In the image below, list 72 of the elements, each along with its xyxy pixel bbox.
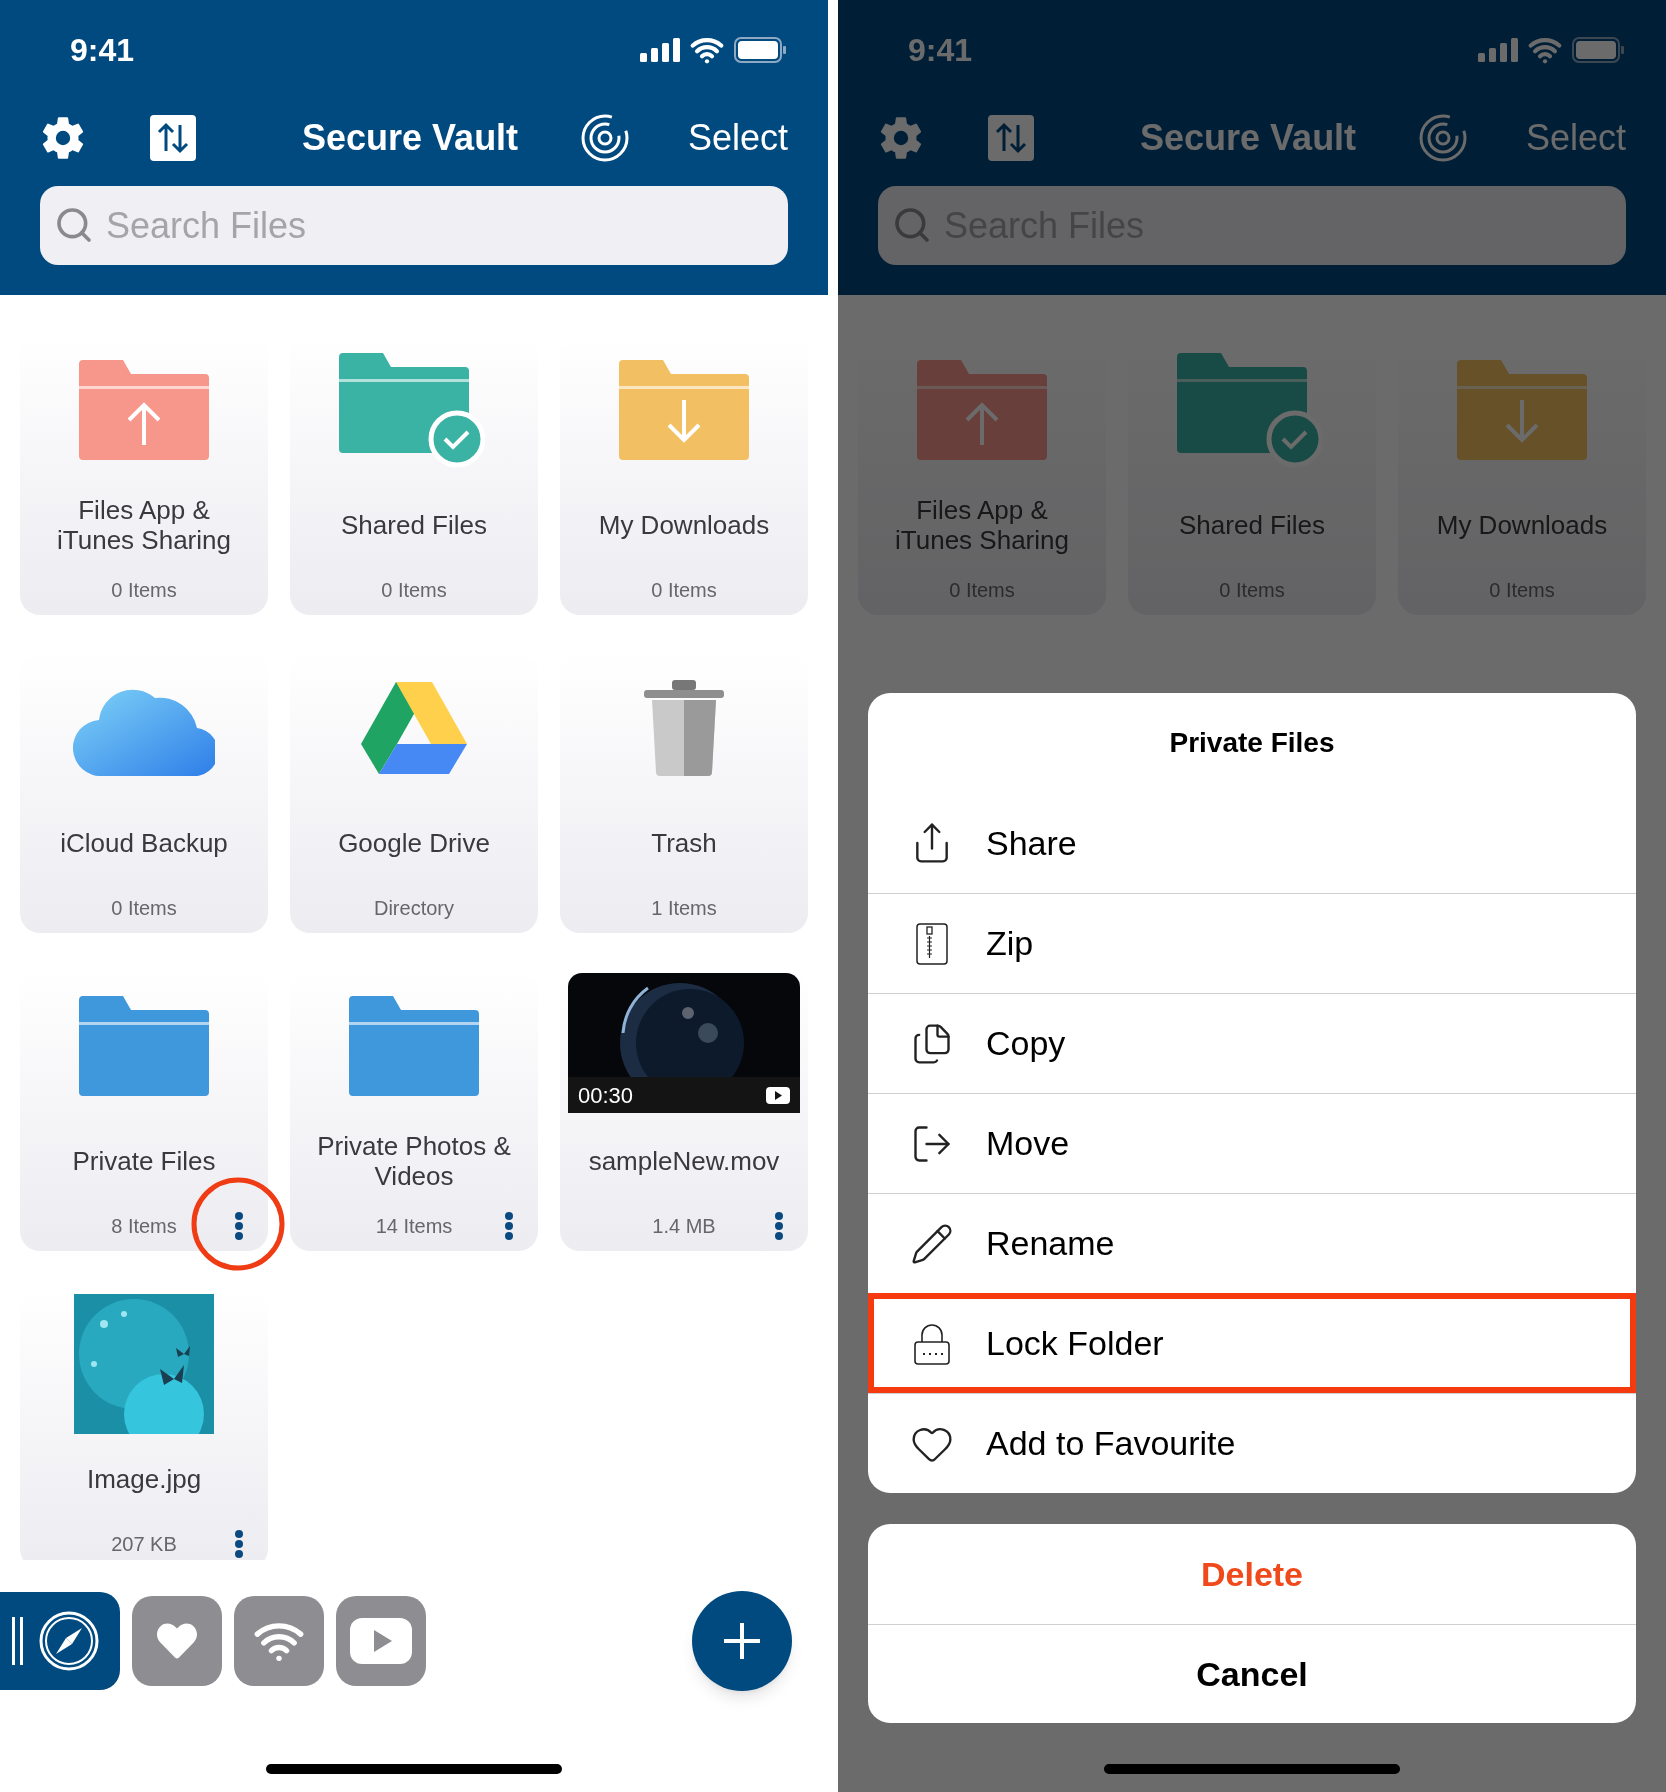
sheet-title: Private Files: [1169, 726, 1335, 760]
action-item[interactable]: Lock Folder: [868, 1293, 1636, 1393]
tile-meta: 0 Items: [111, 896, 177, 921]
file-tile[interactable]: 00:30 sampleNew.mov 1.4 MB: [560, 971, 808, 1251]
tile-name: Private Files: [72, 1146, 216, 1176]
upload-folder-icon: [79, 360, 209, 460]
tile-name: Image.jpg: [86, 1464, 202, 1494]
tile-meta: 0 Items: [1489, 578, 1555, 603]
signal-icon: [1478, 38, 1518, 62]
search-icon: [54, 205, 94, 245]
play-badge-icon: [766, 1086, 790, 1104]
video-duration: 00:30: [578, 1081, 634, 1110]
tile-name: Trash: [651, 828, 717, 858]
settings-icon[interactable]: [40, 115, 86, 161]
tile-name: Files App & iTunes Sharing: [894, 495, 1070, 555]
tile-meta: 0 Items: [111, 578, 177, 603]
battery-icon: [1572, 37, 1624, 63]
tile-meta: 0 Items: [381, 578, 447, 603]
cancel-button[interactable]: Cancel: [868, 1624, 1636, 1723]
play-icon: [350, 1618, 412, 1664]
more-icon[interactable]: [234, 1529, 244, 1559]
more-icon[interactable]: [504, 1211, 514, 1241]
transfer-icon[interactable]: [150, 115, 196, 161]
folder-icon: [349, 996, 479, 1096]
tile-name: Shared Files: [341, 510, 487, 540]
tile-name: iCloud Backup: [60, 828, 228, 858]
action-item[interactable]: Share: [868, 793, 1636, 893]
heart-icon: [157, 1621, 197, 1661]
dock-tab[interactable]: [0, 1592, 120, 1690]
download-folder-icon: [619, 360, 749, 460]
search-field[interactable]: Search Files: [40, 186, 788, 265]
tile-meta: 0 Items: [651, 578, 717, 603]
action-item[interactable]: Rename: [868, 1193, 1636, 1293]
more-icon[interactable]: [774, 1211, 784, 1241]
tile-name: Google Drive: [338, 828, 490, 858]
drive-triangle-icon: [361, 682, 467, 774]
tile-meta: 1 Items: [651, 896, 717, 921]
select-button[interactable]: Select: [687, 111, 788, 165]
drag-bars-icon: [12, 1617, 24, 1665]
tile-meta: 14 Items: [375, 1214, 453, 1239]
status-time: 9:41: [70, 31, 135, 70]
app-title: Secure Vault: [1140, 116, 1357, 160]
tile-meta: 0 Items: [949, 578, 1015, 603]
status-time: 9:41: [908, 31, 973, 70]
tile-name: Files App & iTunes Sharing: [56, 495, 232, 555]
radar-icon[interactable]: [580, 113, 631, 163]
search-icon: [892, 205, 932, 245]
tile-name: My Downloads: [1436, 510, 1608, 540]
tile-meta: 8 Items: [111, 1214, 177, 1239]
action-item[interactable]: Move: [868, 1093, 1636, 1193]
tile-meta: 0 Items: [1219, 578, 1285, 603]
signal-icon: [640, 38, 680, 62]
battery-icon: [734, 37, 786, 63]
upload-folder-icon: [917, 360, 1047, 460]
action-item[interactable]: Add to Favourite: [868, 1393, 1636, 1493]
compass-icon: [38, 1610, 100, 1672]
app-title: Secure Vault: [302, 116, 519, 160]
tile-meta: 207 KB: [111, 1532, 177, 1557]
action-item[interactable]: Zip: [868, 893, 1636, 993]
more-icon[interactable]: [234, 1211, 244, 1241]
tile-name: Shared Files: [1179, 510, 1325, 540]
download-folder-icon: [1457, 360, 1587, 460]
tile-name: My Downloads: [598, 510, 770, 540]
tile-name: sampleNew.mov: [588, 1146, 780, 1176]
plus-icon: [722, 1621, 762, 1661]
tile-name: Private Photos & Videos: [316, 1131, 512, 1191]
folder-icon: [79, 996, 209, 1096]
action-item[interactable]: Copy: [868, 993, 1636, 1093]
tile-meta: Directory: [374, 896, 454, 921]
delete-button[interactable]: Delete: [868, 1524, 1636, 1624]
tile-meta: 1.4 MB: [652, 1214, 716, 1239]
trash-can-icon: [644, 680, 724, 776]
